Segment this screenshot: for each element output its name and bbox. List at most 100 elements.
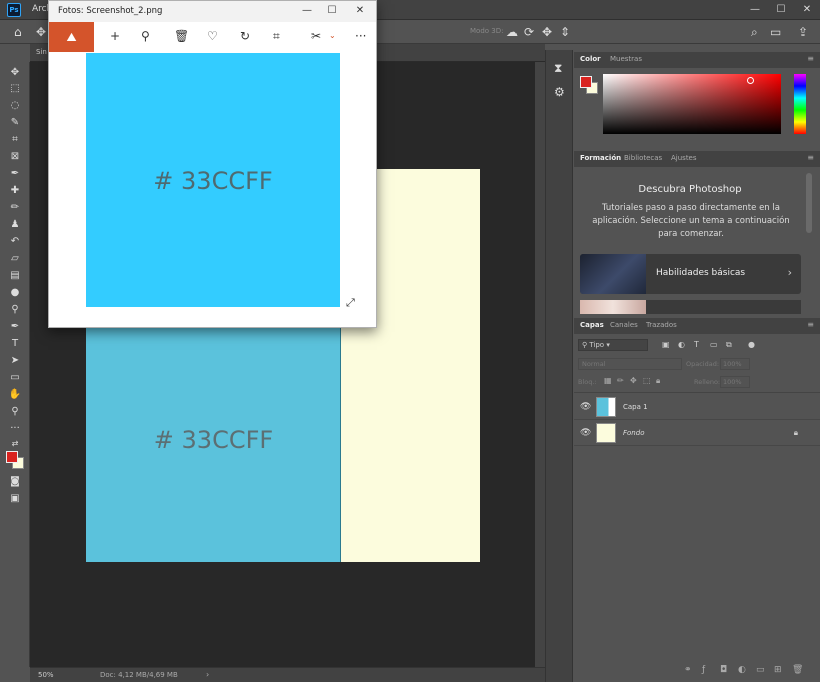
delete-layer-icon[interactable]: 🗑︎ [792,665,803,675]
frame-tool-icon[interactable]: ⊠ [7,150,23,164]
zoom-tool-icon[interactable]: ⚲ [7,405,23,419]
gradient-tool-icon[interactable]: ▤ [7,269,23,283]
foreground-color-swatch[interactable] [6,451,18,463]
path-select-tool-icon[interactable]: ➤ [7,354,23,368]
screen-mode-icon[interactable]: ▣ [7,492,23,506]
tab-bibliotecas[interactable]: Bibliotecas [624,154,662,162]
maximize-button[interactable]: ☐ [773,2,789,18]
photos-collection-icon[interactable]: ⛰ [49,22,94,52]
filter-shape-icon[interactable]: ▭ [710,340,718,349]
tab-trazados[interactable]: Trazados [646,321,677,329]
color-field[interactable] [603,74,781,134]
filter-pixel-icon[interactable]: ▣ [662,340,670,349]
marquee-tool-icon[interactable]: ⬚ [7,82,23,96]
orbit-3d-icon[interactable]: ☁ [506,24,518,40]
type-tool-icon[interactable]: T [7,337,23,351]
link-layers-icon[interactable]: ⚭ [684,665,692,675]
slide-3d-icon[interactable]: ⇕ [560,24,570,40]
blend-mode-select[interactable]: Normal [578,358,682,370]
layer-mask-icon[interactable]: ◘ [720,665,727,675]
drag-3d-icon[interactable]: ✥ [542,24,552,40]
swap-colors-icon[interactable]: ⇄ [7,437,23,451]
roll-3d-icon[interactable]: ⟳ [524,24,534,40]
pen-tool-icon[interactable]: ✒ [7,320,23,334]
opacity-input[interactable]: 100% [720,358,750,370]
fill-input[interactable]: 100% [720,376,750,388]
minimize-button[interactable]: — [747,2,763,18]
tab-formacion[interactable]: Formación [580,154,621,162]
tab-capas[interactable]: Capas [580,321,604,329]
lasso-tool-icon[interactable]: ◌ [7,99,23,113]
zoom-level[interactable]: 50% [38,671,54,679]
zoom-icon[interactable]: ⚲ [141,28,150,44]
lock-all-icon[interactable]: 🔒︎ [656,376,660,386]
crop-tool-icon[interactable]: ⌗ [7,133,23,147]
brush-tool-icon[interactable]: ✏ [7,201,23,215]
hue-slider[interactable] [794,74,806,134]
eraser-tool-icon[interactable]: ▱ [7,252,23,266]
tab-canales[interactable]: Canales [610,321,638,329]
history-panel-icon[interactable]: ⧗ [554,60,562,76]
photos-minimize-button[interactable]: — [297,3,317,19]
learn-card-basic-skills[interactable]: Habilidades básicas › [580,254,801,294]
edit-icon[interactable]: ✂ [311,28,321,44]
history-brush-tool-icon[interactable]: ↶ [7,235,23,249]
panel-menu-icon[interactable]: ≡ [807,54,814,63]
panel-menu-icon[interactable]: ≡ [807,153,814,162]
photos-close-button[interactable]: ✕ [350,3,370,19]
move-tool-icon[interactable]: ✥ [36,24,46,40]
eye-icon[interactable]: 👁︎ [580,402,591,412]
expand-icon[interactable]: ⤢ [346,296,355,310]
dodge-tool-icon[interactable]: ⚲ [7,303,23,317]
stamp-tool-icon[interactable]: ♟ [7,218,23,232]
move-tool-icon[interactable]: ✥ [7,66,23,80]
chevron-down-icon[interactable]: ⌄ [329,28,336,44]
eye-icon[interactable]: 👁︎ [580,428,591,438]
add-icon[interactable]: + [110,28,120,44]
photos-maximize-button[interactable]: ☐ [322,3,342,19]
panel-menu-icon[interactable]: ≡ [807,320,814,329]
lock-position-icon[interactable]: ✥ [630,376,637,385]
tab-ajustes[interactable]: Ajustes [671,154,697,162]
healing-tool-icon[interactable]: ✚ [7,184,23,198]
new-layer-icon[interactable]: ⊞ [774,665,782,675]
crop-icon[interactable]: ⌗ [273,28,280,44]
layer-style-icon[interactable]: ƒ [702,665,705,675]
filter-adjustment-icon[interactable]: ◐ [678,340,685,349]
close-button[interactable]: ✕ [799,2,815,18]
workspace-icon[interactable]: ▭ [770,24,781,40]
hand-tool-icon[interactable]: ✋ [7,388,23,402]
layer-filter-select[interactable]: ⚲ Tipo ▾ [578,339,648,351]
delete-icon[interactable]: 🗑︎ [174,28,189,44]
tab-muestras[interactable]: Muestras [610,55,642,63]
color-picker-marker[interactable] [747,77,754,84]
rotate-icon[interactable]: ↻ [240,28,250,44]
status-menu-arrow[interactable]: › [206,670,209,679]
color-panel-foreground-swatch[interactable] [580,76,592,88]
share-icon[interactable]: ⇪ [798,24,808,40]
tab-color[interactable]: Color [580,55,601,63]
adjustment-layer-icon[interactable]: ◐ [738,665,746,675]
favorite-icon[interactable]: ♡ [207,28,218,44]
layer-row-fondo[interactable]: 👁︎ Fondo 🔒︎ [574,420,820,446]
filter-toggle-icon[interactable]: ● [748,340,755,349]
canvas-scrollbar[interactable] [535,62,545,667]
filter-type-icon[interactable]: T [694,340,699,349]
filter-smart-object-icon[interactable]: ⧉ [726,340,732,350]
quick-mask-icon[interactable]: ◙ [7,475,23,489]
properties-panel-icon[interactable]: ⚙ [554,84,565,100]
lock-icon[interactable]: 🔒︎ [794,428,798,438]
quick-select-tool-icon[interactable]: ✎ [7,116,23,130]
home-icon[interactable]: ⌂ [14,24,22,40]
new-group-icon[interactable]: ▭ [756,665,765,675]
learn-scrollbar[interactable] [806,173,812,233]
more-icon[interactable]: ··· [355,28,366,44]
shape-tool-icon[interactable]: ▭ [7,371,23,385]
more-tools-icon[interactable]: ··· [7,422,23,436]
lock-pixels-icon[interactable]: ✏ [617,376,624,385]
document-tab[interactable]: Sin [36,48,47,56]
lock-transparency-icon[interactable]: ▦ [604,376,612,385]
lock-artboard-icon[interactable]: ⬚ [643,376,651,385]
learn-card-next[interactable] [580,300,801,314]
eyedropper-tool-icon[interactable]: ✒ [7,167,23,181]
